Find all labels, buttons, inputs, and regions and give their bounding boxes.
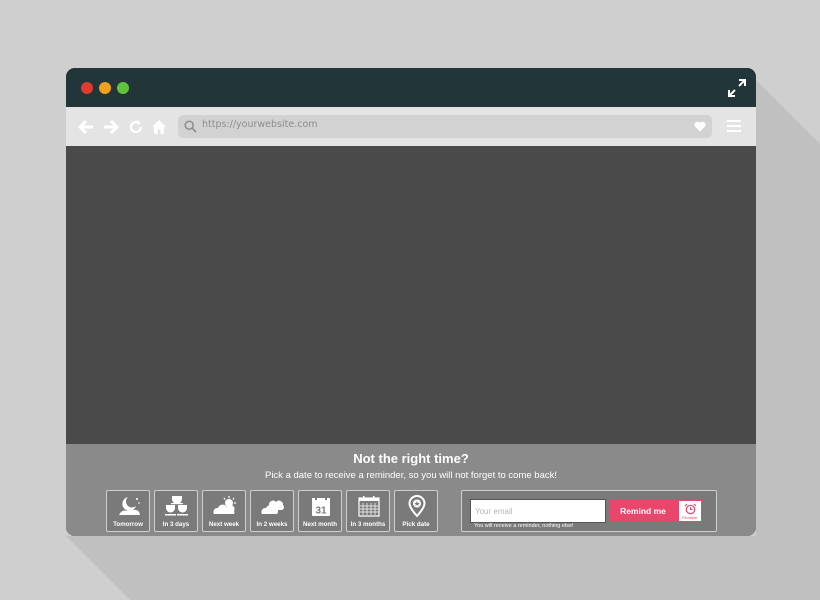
url-text: https://yourwebsite.com (202, 119, 318, 130)
option-in-2-weeks-button[interactable]: In 2 weeks (250, 490, 294, 532)
sun-cloud-icon (213, 496, 236, 514)
page-viewport (66, 146, 756, 444)
close-window-button[interactable] (81, 82, 93, 94)
option-in-3-days-button[interactable]: In 3 days (154, 490, 198, 532)
search-icon (184, 120, 197, 133)
maximize-window-button[interactable] (117, 82, 129, 94)
option-pick-date-button[interactable]: Pick date (394, 490, 438, 532)
option-label: In 2 weeks (256, 521, 288, 528)
calendar-grid-icon (358, 496, 380, 517)
address-bar[interactable]: https://yourwebsite.com (178, 115, 712, 138)
forward-arrow-icon[interactable] (103, 119, 119, 135)
reminder-bar: Not the right time? Pick a date to recei… (66, 444, 756, 536)
calendar-31-icon: 31 (312, 496, 330, 517)
option-label: Next month (302, 521, 338, 528)
option-label: Tomorrow (113, 521, 143, 528)
svg-text:31: 31 (315, 506, 327, 517)
expand-icon[interactable] (728, 79, 746, 97)
clouds-icon (261, 500, 284, 514)
option-next-month-button[interactable]: 31 Next month (298, 490, 342, 532)
browser-window: https://yourwebsite.com Not the right ti… (66, 68, 756, 536)
option-tomorrow-button[interactable]: Tomorrow (106, 490, 150, 532)
browser-toolbar: https://yourwebsite.com (66, 107, 756, 146)
menu-icon[interactable] (727, 119, 741, 133)
reminder-note: You will receive a reminder, nothing els… (474, 523, 574, 529)
email-reminder-form: Remind me Reminder You will receive a re… (461, 490, 717, 532)
email-input[interactable] (470, 499, 606, 523)
reminder-title: Not the right time? (353, 451, 469, 466)
alarm-caption: Reminder (682, 516, 698, 520)
home-icon[interactable] (151, 119, 167, 135)
cups-icon (165, 496, 188, 516)
reminder-subtitle: Pick a date to receive a reminder, so yo… (264, 470, 557, 481)
minimize-window-button[interactable] (99, 82, 111, 94)
option-label: Pick date (402, 521, 430, 528)
moon-night-icon (119, 497, 140, 515)
alarm-clock-button[interactable]: Reminder (678, 500, 702, 522)
alarm-clock-icon (684, 503, 697, 515)
option-label: Next week (208, 521, 240, 528)
option-label: In 3 months (350, 521, 386, 528)
remind-me-button[interactable]: Remind me (609, 500, 677, 522)
option-label: In 3 days (162, 521, 190, 528)
heart-icon[interactable] (694, 121, 706, 132)
back-arrow-icon[interactable] (78, 119, 94, 135)
option-in-3-months-button[interactable]: In 3 months (346, 490, 390, 532)
reload-icon[interactable] (128, 119, 144, 135)
title-bar (66, 68, 756, 107)
location-pin-icon (408, 495, 426, 517)
option-next-week-button[interactable]: Next week (202, 490, 246, 532)
